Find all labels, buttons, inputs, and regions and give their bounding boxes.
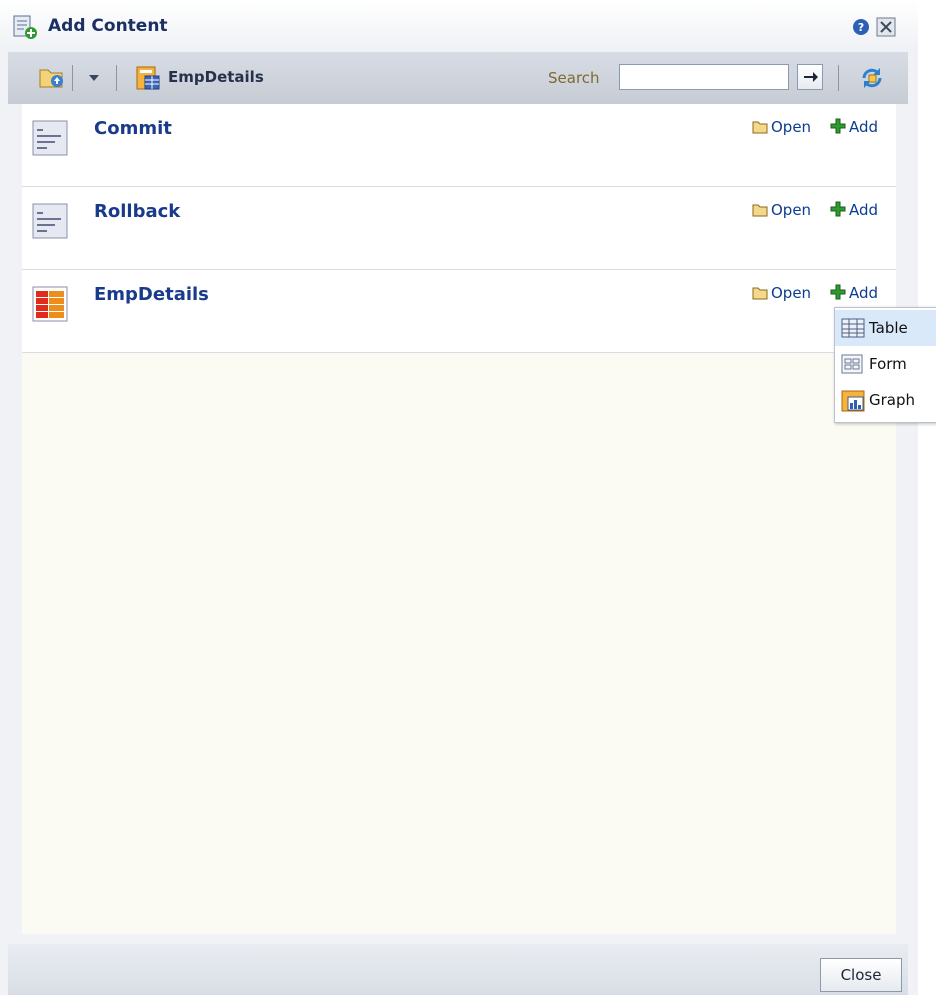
list-item[interactable]: EmpDetails Open Add: [22, 270, 896, 353]
open-folder-icon: [752, 121, 768, 134]
item-title[interactable]: Commit: [94, 118, 172, 139]
form-icon: [841, 354, 863, 374]
menu-item-table[interactable]: Table: [835, 310, 936, 346]
open-label: Open: [771, 201, 812, 219]
database-icon: [136, 66, 160, 90]
add-link[interactable]: Add: [830, 284, 878, 302]
add-plus-icon: [830, 284, 846, 300]
svg-text:?: ?: [858, 21, 864, 34]
open-label: Open: [771, 284, 812, 302]
toolbar-separator: [116, 65, 117, 91]
add-label: Add: [849, 201, 879, 219]
open-link[interactable]: Open: [752, 201, 811, 219]
add-label: Add: [849, 284, 879, 302]
item-title[interactable]: EmpDetails: [94, 284, 209, 305]
dialog-footer: Close: [8, 944, 908, 995]
collection-icon: [32, 286, 68, 322]
item-title[interactable]: Rollback: [94, 201, 180, 222]
dialog-title: Add Content: [48, 16, 168, 36]
action-icon: [32, 120, 68, 156]
add-content-icon: [13, 15, 37, 39]
refresh-icon[interactable]: [858, 64, 886, 92]
search-go-button[interactable]: [797, 64, 823, 90]
list-item[interactable]: Rollback Open Add: [22, 187, 896, 270]
menu-item-graph[interactable]: Graph: [835, 382, 936, 418]
help-icon[interactable]: ?: [852, 18, 870, 36]
open-link[interactable]: Open: [752, 284, 811, 302]
content-list: Commit Open Add Rollback Open Add EmpDet…: [22, 104, 896, 934]
toolbar: EmpDetails Search: [8, 52, 908, 104]
add-content-dialog: Add Content ? EmpDetails Search Commit O…: [0, 0, 918, 995]
toolbar-separator: [838, 65, 839, 91]
menu-item-label: Form: [869, 355, 907, 373]
open-folder-icon: [752, 204, 768, 217]
dropdown-arrow-icon[interactable]: [88, 74, 100, 82]
folder-up-icon[interactable]: [38, 64, 66, 90]
add-plus-icon: [830, 118, 846, 134]
add-label: Add: [849, 118, 879, 136]
table-icon: [841, 318, 865, 338]
dialog-titlebar: Add Content ?: [0, 0, 918, 52]
open-label: Open: [771, 118, 812, 136]
add-plus-icon: [830, 201, 846, 217]
search-input[interactable]: [619, 64, 789, 90]
menu-item-label: Table: [869, 319, 908, 337]
open-folder-icon: [752, 287, 768, 300]
add-menu-popup: Table Form Graph: [834, 307, 936, 423]
add-link[interactable]: Add: [830, 201, 878, 219]
go-arrow-icon: [804, 72, 818, 82]
current-location-label: EmpDetails: [168, 68, 264, 86]
menu-item-form[interactable]: Form: [835, 346, 936, 382]
close-button[interactable]: Close: [820, 958, 902, 992]
search-label: Search: [548, 69, 600, 87]
close-icon[interactable]: [876, 17, 896, 37]
action-icon: [32, 203, 68, 239]
list-item[interactable]: Commit Open Add: [22, 104, 896, 187]
menu-item-label: Graph: [869, 391, 916, 409]
toolbar-separator: [72, 65, 73, 91]
open-link[interactable]: Open: [752, 118, 811, 136]
add-link[interactable]: Add: [830, 118, 878, 136]
graph-icon: [841, 390, 865, 412]
